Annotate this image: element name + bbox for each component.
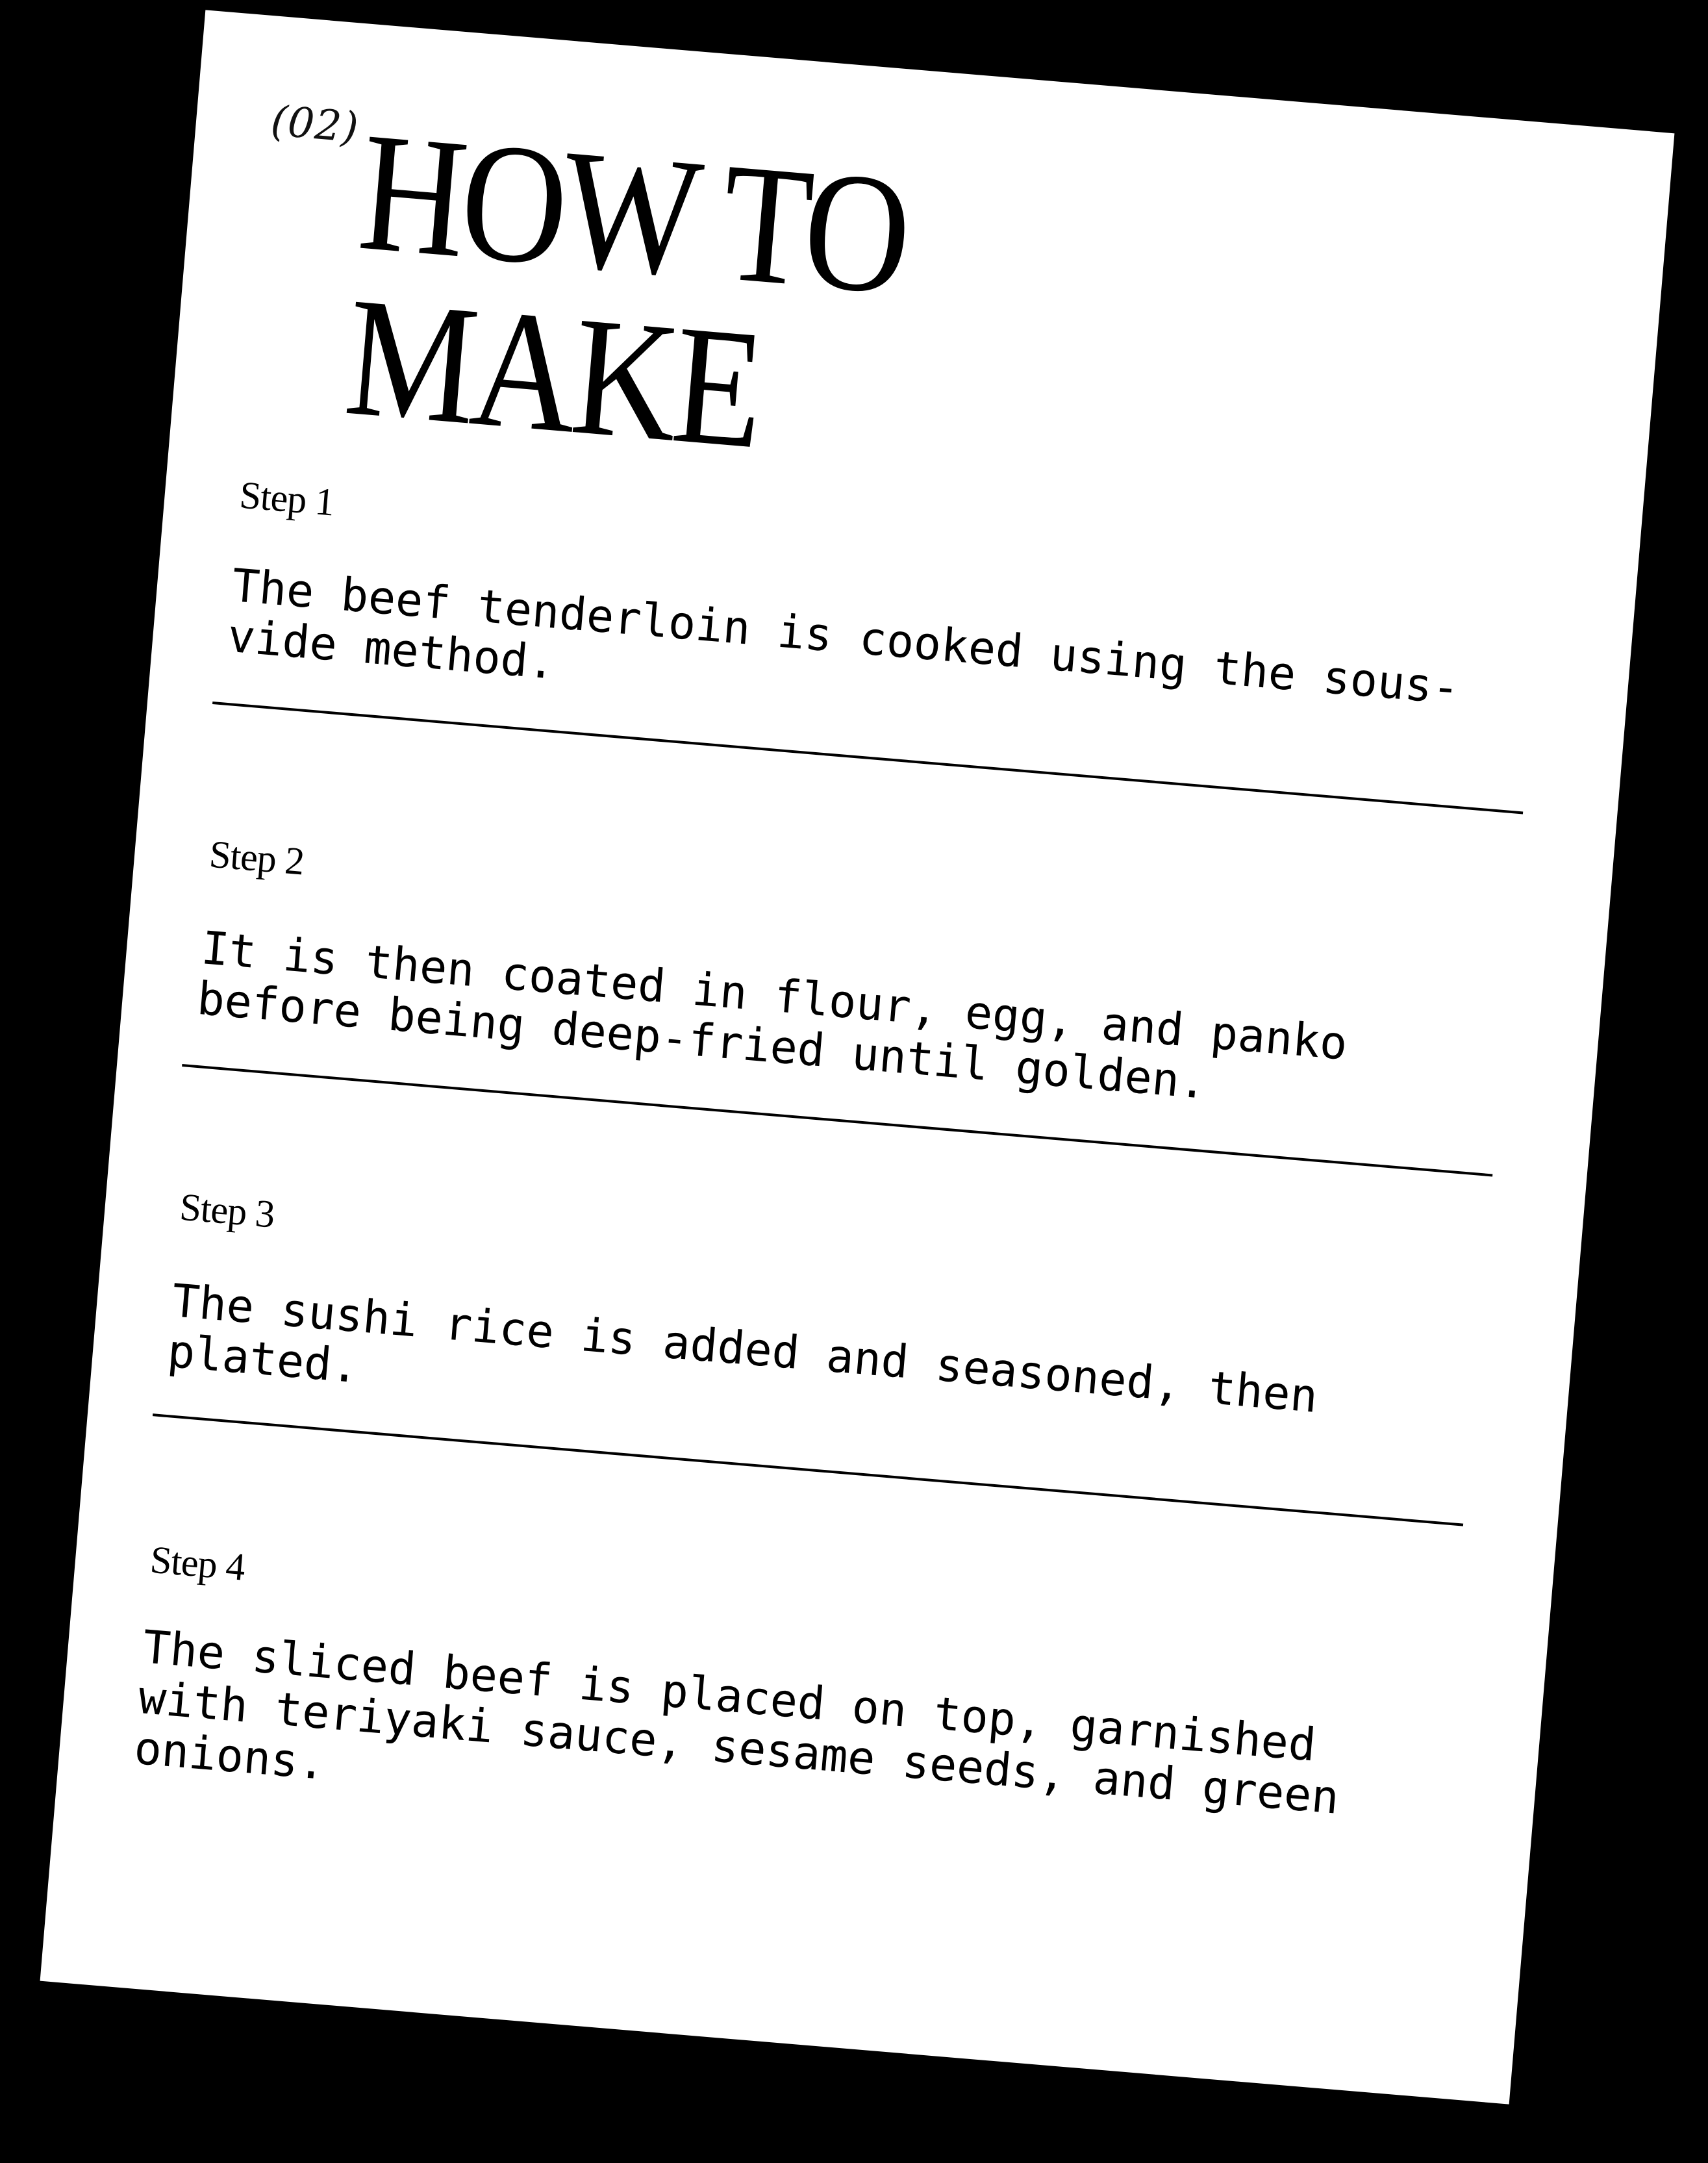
page-title: HOW TO MAKE (339, 97, 913, 485)
step-4-text: The sliced beef is placed on top, garnis… (132, 1620, 1341, 1825)
step-2-label: Step 2 (207, 832, 306, 883)
step-1-label: Step 1 (238, 473, 336, 524)
section-number: (02) (269, 97, 361, 153)
step-3-label: Step 3 (178, 1185, 277, 1236)
recipe-page: (02) HOW TO MAKE Step 1 The beef tenderl… (40, 10, 1675, 2105)
step-2-text: It is then coated in flour, egg, and pan… (195, 921, 1350, 1110)
step-1-text: The beef tenderloin is cooked using the … (225, 559, 1462, 715)
step-3-text: The sushi rice is added and seasoned, th… (166, 1274, 1320, 1423)
step-4-label: Step 4 (148, 1537, 247, 1589)
